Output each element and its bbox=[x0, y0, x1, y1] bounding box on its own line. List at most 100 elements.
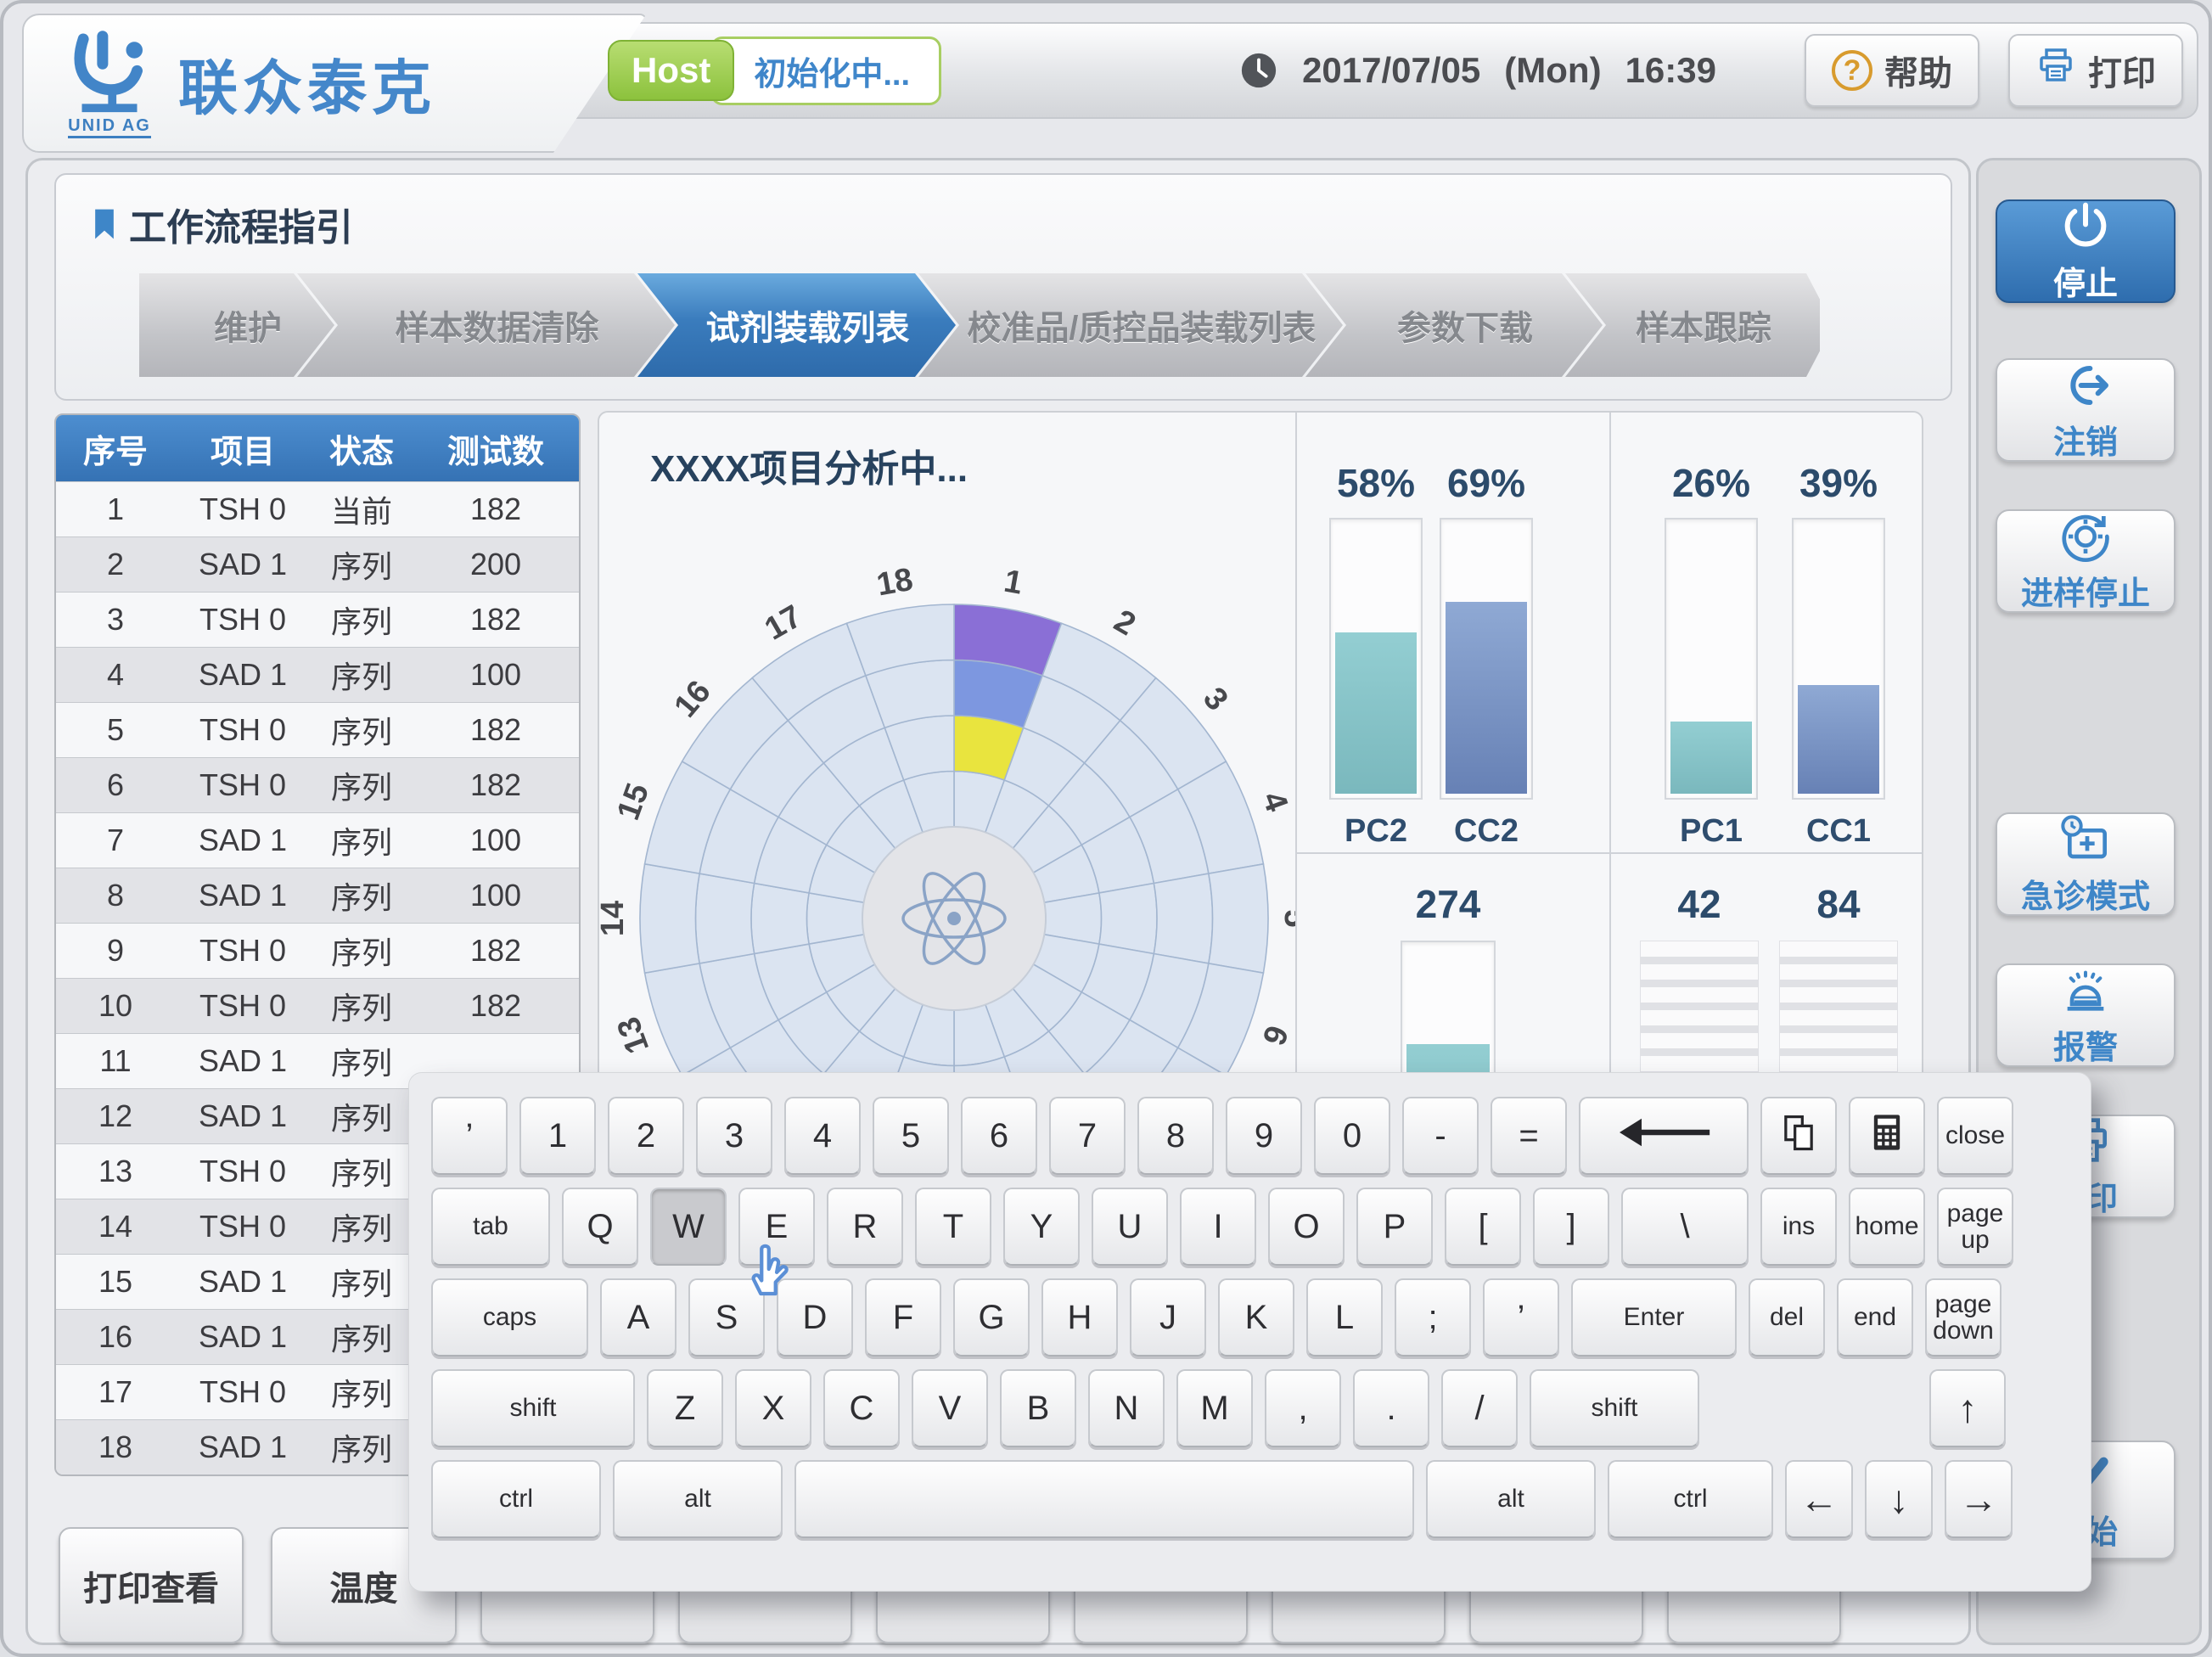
key-caps[interactable]: caps bbox=[431, 1278, 588, 1356]
key-v[interactable]: V bbox=[912, 1369, 988, 1447]
svg-text:18: 18 bbox=[874, 562, 916, 604]
key-ctrl-right[interactable]: ctrl bbox=[1608, 1460, 1773, 1538]
key-end[interactable]: end bbox=[1837, 1278, 1913, 1356]
table-row[interactable]: 9TSH 0序列182 bbox=[56, 923, 579, 978]
key-r[interactable]: R bbox=[827, 1188, 903, 1266]
key-ctrl-left[interactable]: ctrl bbox=[431, 1460, 601, 1538]
table-row[interactable]: 1TSH 0当前182 bbox=[56, 481, 579, 536]
brand-sub-text: UNID AG bbox=[68, 116, 151, 138]
table-row[interactable]: 8SAD 1序列100 bbox=[56, 868, 579, 923]
key-g[interactable]: G bbox=[953, 1278, 1030, 1356]
tab-sample-tracking[interactable]: 样本跟踪 bbox=[1565, 273, 1820, 377]
key-t[interactable]: T bbox=[915, 1188, 991, 1266]
key-alt-left[interactable]: alt bbox=[613, 1460, 783, 1538]
table-row[interactable]: 3TSH 0序列182 bbox=[56, 592, 579, 647]
key-i[interactable]: I bbox=[1180, 1188, 1256, 1266]
key-m[interactable]: M bbox=[1176, 1369, 1253, 1447]
key-enter[interactable]: Enter bbox=[1571, 1278, 1737, 1356]
svg-text:15: 15 bbox=[610, 778, 656, 824]
key-x[interactable]: X bbox=[735, 1369, 811, 1447]
key-ins[interactable]: ins bbox=[1760, 1188, 1837, 1266]
key-l[interactable]: L bbox=[1306, 1278, 1383, 1356]
key-shift-left[interactable]: shift bbox=[431, 1369, 635, 1447]
key-page-down[interactable]: page down bbox=[1925, 1278, 2001, 1356]
table-row[interactable]: 5TSH 0序列182 bbox=[56, 702, 579, 757]
key-arrow-right[interactable]: → bbox=[1945, 1460, 2013, 1538]
key-backtick[interactable]: ’ bbox=[431, 1097, 508, 1175]
key-bracket-left[interactable]: [ bbox=[1445, 1188, 1521, 1266]
key-quote[interactable]: ’ bbox=[1483, 1278, 1559, 1356]
help-button[interactable]: ? 帮助 bbox=[1805, 34, 1979, 107]
key-n[interactable]: N bbox=[1088, 1369, 1165, 1447]
key-5[interactable]: 5 bbox=[873, 1097, 949, 1175]
alarm-button[interactable]: 报警 bbox=[1996, 963, 2176, 1067]
key-c[interactable]: C bbox=[823, 1369, 900, 1447]
key-period[interactable]: . bbox=[1353, 1369, 1429, 1447]
key-u[interactable]: U bbox=[1092, 1188, 1168, 1266]
key-a[interactable]: A bbox=[600, 1278, 677, 1356]
tab-cal-qc-load-list[interactable]: 校准品/质控品装载列表 bbox=[918, 273, 1343, 377]
key-arrow-up[interactable]: ↑ bbox=[1929, 1369, 2006, 1447]
key-3[interactable]: 3 bbox=[696, 1097, 772, 1175]
key-tab[interactable]: tab bbox=[431, 1188, 550, 1266]
key-7[interactable]: 7 bbox=[1049, 1097, 1126, 1175]
key-z[interactable]: Z bbox=[647, 1369, 723, 1447]
key-b[interactable]: B bbox=[1000, 1369, 1076, 1447]
key-4[interactable]: 4 bbox=[784, 1097, 861, 1175]
key-bracket-right[interactable]: ] bbox=[1533, 1188, 1609, 1266]
key-slash[interactable]: / bbox=[1441, 1369, 1518, 1447]
top-print-button[interactable]: 打印 bbox=[2008, 34, 2183, 107]
cell-status: 序列 bbox=[311, 1425, 413, 1469]
table-row[interactable]: 7SAD 1序列100 bbox=[56, 812, 579, 868]
key-calculator[interactable] bbox=[1849, 1097, 1925, 1175]
tab-sample-data-clear[interactable]: 样本数据清除 bbox=[297, 273, 675, 377]
key-backspace[interactable] bbox=[1579, 1097, 1749, 1175]
brand-logo-panel: UNID AG 联众泰克 bbox=[22, 14, 647, 153]
table-row[interactable]: 4SAD 1序列100 bbox=[56, 647, 579, 702]
table-row[interactable]: 6TSH 0序列182 bbox=[56, 757, 579, 812]
key-0[interactable]: 0 bbox=[1314, 1097, 1390, 1175]
key-6[interactable]: 6 bbox=[961, 1097, 1037, 1175]
key-window-switch[interactable] bbox=[1760, 1097, 1837, 1175]
key-space[interactable] bbox=[794, 1460, 1414, 1538]
key-arrow-down[interactable]: ↓ bbox=[1865, 1460, 1933, 1538]
key-8[interactable]: 8 bbox=[1137, 1097, 1214, 1175]
key-shift-right[interactable]: shift bbox=[1530, 1369, 1699, 1447]
key-y[interactable]: Y bbox=[1003, 1188, 1080, 1266]
logout-button[interactable]: 注销 bbox=[1996, 358, 2176, 462]
key-f[interactable]: F bbox=[865, 1278, 941, 1356]
key-semicolon[interactable]: ; bbox=[1395, 1278, 1471, 1356]
key-arrow-left[interactable]: ← bbox=[1785, 1460, 1853, 1538]
key-alt-right[interactable]: alt bbox=[1426, 1460, 1596, 1538]
sampler-stop-button[interactable]: 进样停止 bbox=[1996, 509, 2176, 613]
tab-param-download[interactable]: 参数下载 bbox=[1305, 273, 1603, 377]
stop-button[interactable]: 停止 bbox=[1996, 199, 2176, 303]
print-view-button[interactable]: 打印查看 bbox=[59, 1527, 244, 1643]
svg-text:1: 1 bbox=[1002, 564, 1025, 602]
key-w[interactable]: W bbox=[650, 1188, 727, 1266]
key-1[interactable]: 1 bbox=[519, 1097, 596, 1175]
tab-maintenance[interactable]: 维护 bbox=[139, 273, 334, 377]
gauge-label: PC1 bbox=[1665, 813, 1758, 850]
key-q[interactable]: Q bbox=[562, 1188, 638, 1266]
key-9[interactable]: 9 bbox=[1226, 1097, 1302, 1175]
key-comma[interactable]: , bbox=[1265, 1369, 1341, 1447]
key-h[interactable]: H bbox=[1041, 1278, 1118, 1356]
key-p[interactable]: P bbox=[1356, 1188, 1433, 1266]
cell-status: 序列 bbox=[311, 1149, 413, 1194]
key-o[interactable]: O bbox=[1268, 1188, 1345, 1266]
key-j[interactable]: J bbox=[1130, 1278, 1206, 1356]
key-backslash[interactable]: \ bbox=[1621, 1188, 1749, 1266]
key-k[interactable]: K bbox=[1218, 1278, 1294, 1356]
key-page-up[interactable]: page up bbox=[1937, 1188, 2013, 1266]
table-row[interactable]: 2SAD 1序列200 bbox=[56, 536, 579, 592]
key-2[interactable]: 2 bbox=[608, 1097, 684, 1175]
key-close[interactable]: close bbox=[1937, 1097, 2013, 1175]
emergency-mode-button[interactable]: 急诊模式 bbox=[1996, 812, 2176, 916]
key-del[interactable]: del bbox=[1749, 1278, 1825, 1356]
tab-reagent-load-list[interactable]: 试剂装载列表 bbox=[637, 273, 956, 377]
key-minus[interactable]: - bbox=[1402, 1097, 1479, 1175]
key-equals[interactable]: = bbox=[1491, 1097, 1567, 1175]
table-row[interactable]: 10TSH 0序列182 bbox=[56, 978, 579, 1033]
key-home[interactable]: home bbox=[1849, 1188, 1925, 1266]
